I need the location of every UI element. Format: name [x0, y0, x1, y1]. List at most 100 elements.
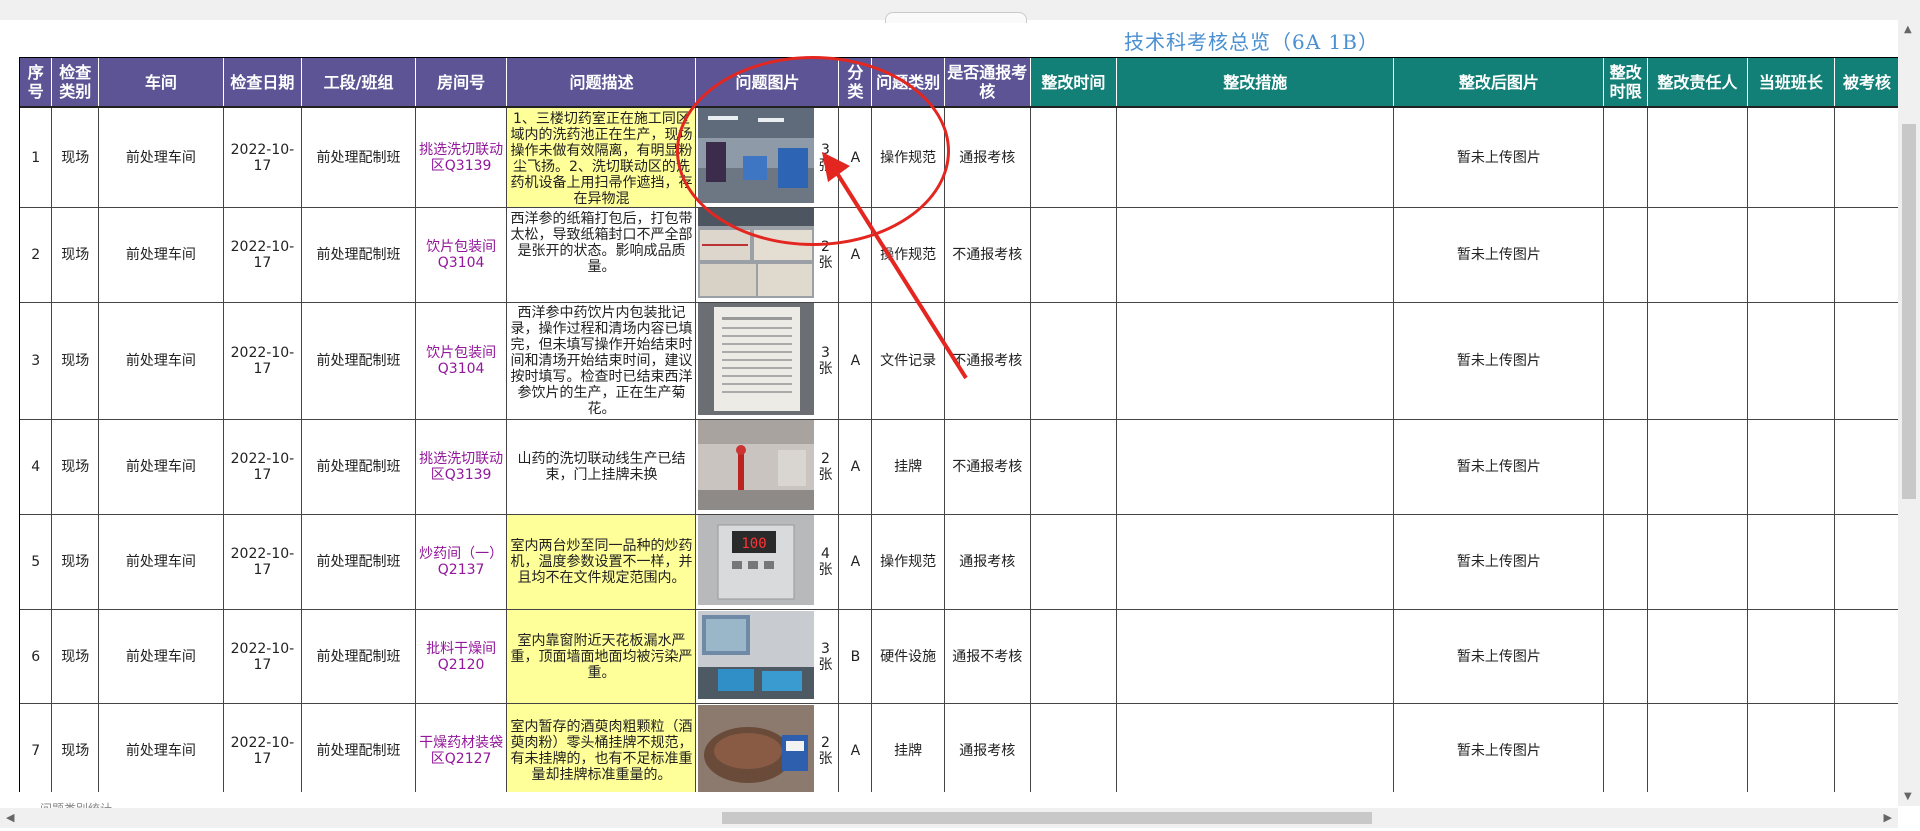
scroll-left-icon[interactable]: ◀ — [6, 811, 14, 824]
cell-seq[interactable]: 1 — [20, 107, 53, 208]
cell-desc[interactable]: 室内暂存的酒萸肉粗颗粒（酒萸肉粉）零头桶挂牌不规范，有未挂牌的，也有不足标准重量… — [506, 703, 697, 792]
cell-fix-time[interactable] — [1030, 609, 1118, 704]
problem-photo[interactable]: 100 — [698, 515, 815, 605]
cell-section[interactable]: 前处理配制班 — [301, 207, 416, 303]
cell-fix-measure[interactable] — [1116, 207, 1395, 303]
table-row[interactable]: 1 现场 前处理车间 2022-10-17 前处理配制班 挑选洗切联动区Q313… — [20, 107, 1900, 208]
table-row[interactable]: 7 现场 前处理车间 2022-10-17 前处理配制班 干燥药材装袋区Q212… — [20, 703, 1900, 792]
header-check-type[interactable]: 检查类别 — [51, 58, 100, 108]
cell-type[interactable]: 现场 — [51, 514, 100, 610]
cell-photo[interactable]: 100 4张 — [695, 514, 840, 610]
cell-room[interactable]: 挑选洗切联动区Q3139 — [415, 107, 508, 208]
cell-deadline[interactable] — [1603, 419, 1649, 515]
cell-deadline[interactable] — [1603, 703, 1649, 792]
cell-class[interactable]: B — [838, 609, 873, 704]
cell-owner[interactable] — [1647, 302, 1748, 420]
cell-problem-type[interactable]: 操作规范 — [871, 207, 945, 303]
cell-room[interactable]: 挑选洗切联动区Q3139 — [415, 419, 508, 515]
cell-notify[interactable]: 通报不考核 — [944, 609, 1031, 704]
cell-owner[interactable] — [1647, 609, 1748, 704]
cell-seq[interactable]: 5 — [20, 514, 53, 610]
header-deadline[interactable]: 整改时限 — [1603, 58, 1649, 108]
cell-photo[interactable]: 2张 — [695, 207, 840, 303]
cell-desc[interactable]: 1、三楼切药室正在施工同区域内的洗药池正在生产，现场操作未做有效隔离，有明显粉尘… — [506, 107, 697, 208]
table-row[interactable]: 3 现场 前处理车间 2022-10-17 前处理配制班 饮片包装间Q3104 … — [20, 302, 1900, 420]
cell-deadline[interactable] — [1603, 609, 1649, 704]
cell-problem-type[interactable]: 挂牌 — [871, 419, 945, 515]
cell-deadline[interactable] — [1603, 207, 1649, 303]
cell-seq[interactable]: 4 — [20, 419, 53, 515]
cell-photo[interactable]: 3张 — [695, 302, 840, 420]
cell-fix-photo[interactable]: 暂未上传图片 — [1393, 514, 1605, 610]
cell-fix-photo[interactable]: 暂未上传图片 — [1393, 107, 1605, 208]
cell-fix-measure[interactable] — [1116, 107, 1395, 208]
cell-owner[interactable] — [1647, 514, 1748, 610]
cell-class[interactable]: A — [838, 514, 873, 610]
cell-date[interactable]: 2022-10-17 — [223, 107, 303, 208]
cell-assessee[interactable] — [1834, 419, 1900, 515]
cell-fix-measure[interactable] — [1116, 703, 1395, 792]
cell-type[interactable]: 现场 — [51, 703, 100, 792]
cell-seq[interactable]: 2 — [20, 207, 53, 303]
cell-desc[interactable]: 山药的洗切联动线生产已结束，门上挂牌未换 — [506, 419, 697, 515]
cell-fix-measure[interactable] — [1116, 514, 1395, 610]
cell-workshop[interactable]: 前处理车间 — [98, 207, 224, 303]
cell-workshop[interactable]: 前处理车间 — [98, 609, 224, 704]
cell-fix-measure[interactable] — [1116, 419, 1395, 515]
header-notify[interactable]: 是否通报考核 — [944, 58, 1031, 108]
header-fix-photo[interactable]: 整改后图片 — [1393, 58, 1605, 108]
cell-photo[interactable]: 2张 — [695, 419, 840, 515]
cell-seq[interactable]: 3 — [20, 302, 53, 420]
header-workshop[interactable]: 车间 — [98, 58, 224, 108]
cell-assessee[interactable] — [1834, 207, 1900, 303]
cell-deadline[interactable] — [1603, 302, 1649, 420]
cell-section[interactable]: 前处理配制班 — [301, 703, 416, 792]
cell-date[interactable]: 2022-10-17 — [223, 703, 303, 792]
cell-room[interactable]: 炒药间（一）Q2137 — [415, 514, 508, 610]
cell-fix-photo[interactable]: 暂未上传图片 — [1393, 419, 1605, 515]
horizontal-scroll-thumb[interactable] — [722, 812, 1372, 824]
cell-owner[interactable] — [1647, 419, 1748, 515]
cell-leader[interactable] — [1747, 207, 1836, 303]
problem-photo[interactable] — [698, 303, 815, 415]
cell-seq[interactable]: 6 — [20, 609, 53, 704]
cell-type[interactable]: 现场 — [51, 302, 100, 420]
cell-seq[interactable]: 7 — [20, 703, 53, 792]
cell-class[interactable]: A — [838, 207, 873, 303]
cell-problem-type[interactable]: 文件记录 — [871, 302, 945, 420]
cell-photo[interactable]: 3张 — [695, 107, 840, 208]
cell-notify[interactable]: 不通报考核 — [944, 419, 1031, 515]
header-assessee[interactable]: 被考核 — [1834, 58, 1900, 108]
cell-fix-time[interactable] — [1030, 302, 1118, 420]
cell-type[interactable]: 现场 — [51, 419, 100, 515]
cell-type[interactable]: 现场 — [51, 207, 100, 303]
cell-fix-measure[interactable] — [1116, 609, 1395, 704]
scroll-down-icon[interactable]: ▼ — [1904, 791, 1912, 802]
header-desc[interactable]: 问题描述 — [506, 58, 697, 108]
table-row[interactable]: 2 现场 前处理车间 2022-10-17 前处理配制班 饮片包装间Q3104 … — [20, 207, 1900, 303]
cell-owner[interactable] — [1647, 107, 1748, 208]
problem-photo[interactable] — [698, 208, 815, 298]
vertical-scrollbar[interactable]: ▲ ▼ — [1898, 20, 1920, 806]
cell-problem-type[interactable]: 挂牌 — [871, 703, 945, 792]
cell-room[interactable]: 饮片包装间Q3104 — [415, 302, 508, 420]
header-fix-measure[interactable]: 整改措施 — [1116, 58, 1395, 108]
header-class[interactable]: 分类 — [838, 58, 873, 108]
cell-fix-photo[interactable]: 暂未上传图片 — [1393, 207, 1605, 303]
cell-leader[interactable] — [1747, 419, 1836, 515]
cell-notify[interactable]: 通报考核 — [944, 107, 1031, 208]
cell-room[interactable]: 批料干燥间Q2120 — [415, 609, 508, 704]
cell-fix-time[interactable] — [1030, 207, 1118, 303]
cell-fix-photo[interactable]: 暂未上传图片 — [1393, 302, 1605, 420]
cell-section[interactable]: 前处理配制班 — [301, 609, 416, 704]
cell-assessee[interactable] — [1834, 514, 1900, 610]
cell-workshop[interactable]: 前处理车间 — [98, 514, 224, 610]
cell-workshop[interactable]: 前处理车间 — [98, 419, 224, 515]
cell-room[interactable]: 饮片包装间Q3104 — [415, 207, 508, 303]
cell-problem-type[interactable]: 操作规范 — [871, 514, 945, 610]
table-row[interactable]: 4 现场 前处理车间 2022-10-17 前处理配制班 挑选洗切联动区Q313… — [20, 419, 1900, 515]
cell-notify[interactable]: 通报考核 — [944, 514, 1031, 610]
problem-photo[interactable] — [698, 610, 815, 699]
header-photo[interactable]: 问题图片 — [695, 58, 840, 108]
cell-desc[interactable]: 西洋参的纸箱打包后，打包带太松，导致纸箱封口不严全部是张开的状态。影响成品质量。 — [506, 207, 697, 303]
